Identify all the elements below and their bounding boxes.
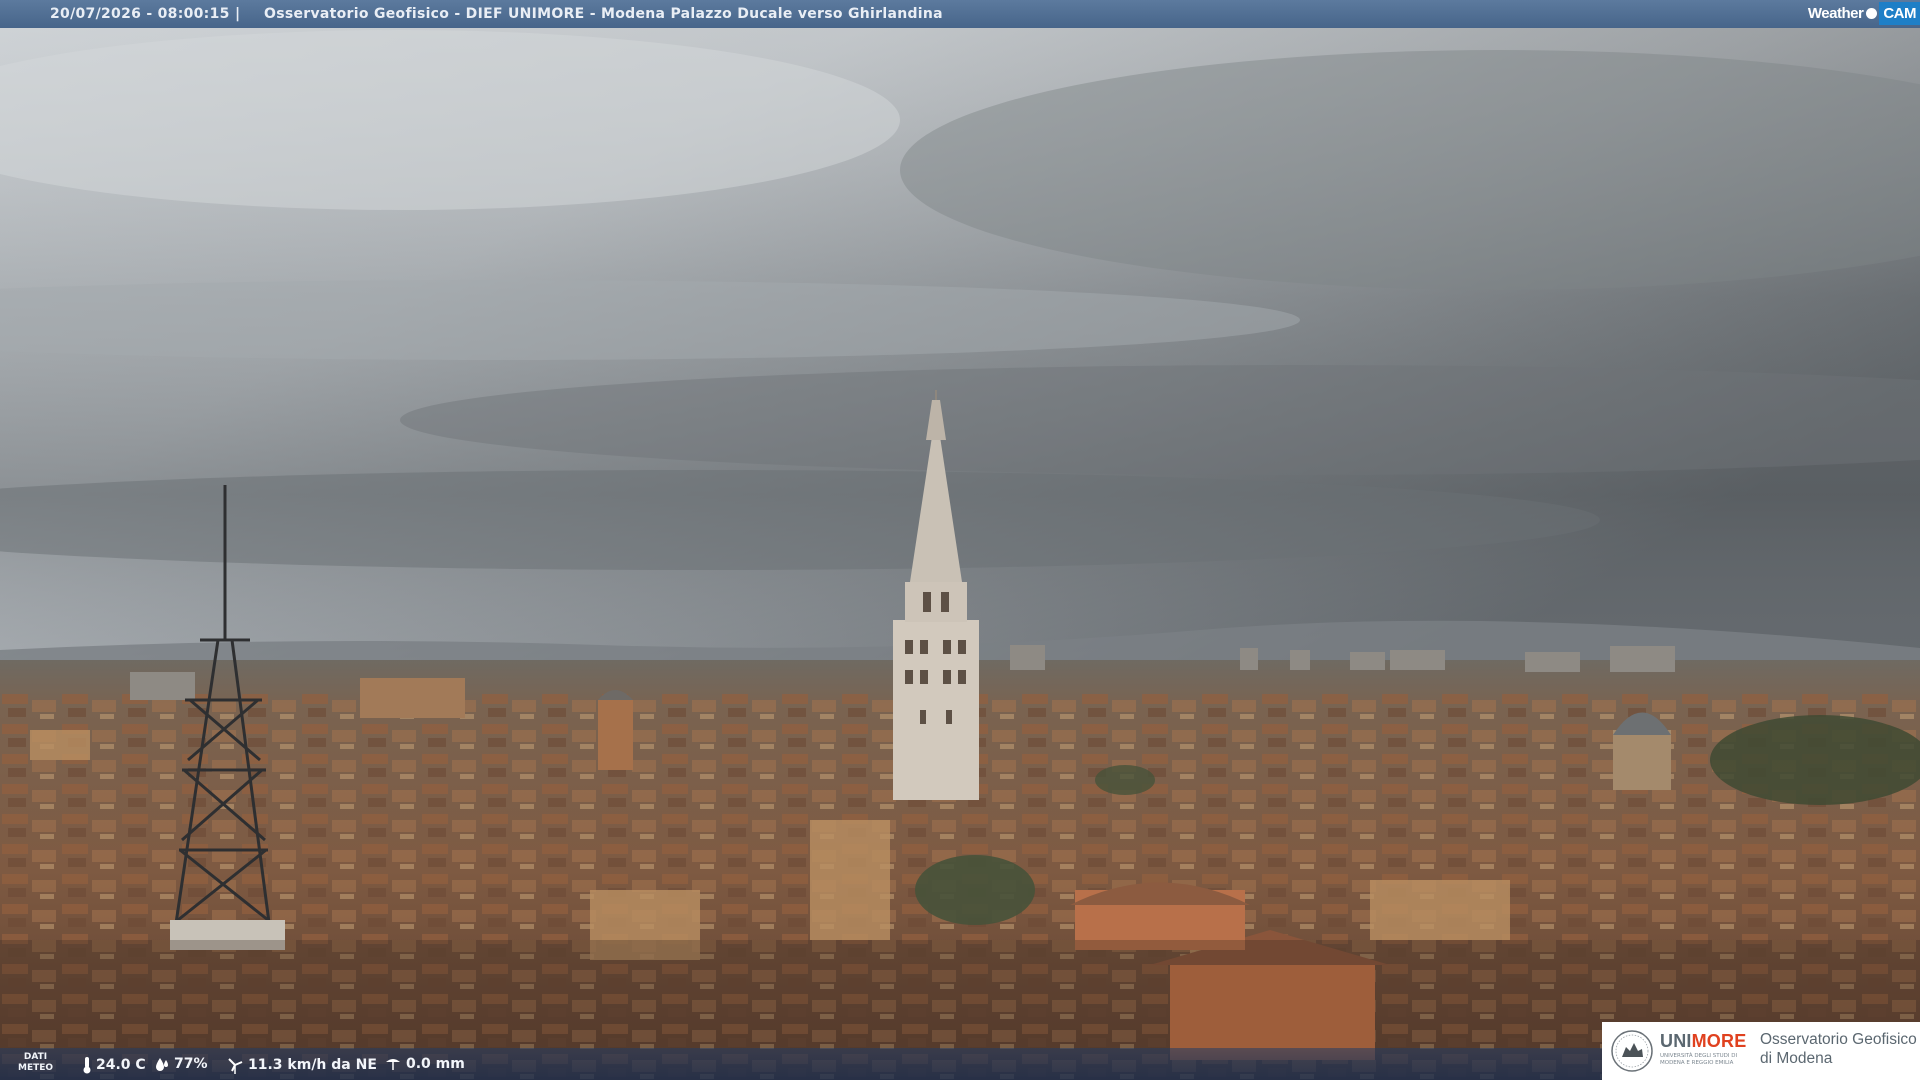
header-separator: | (235, 6, 241, 22)
wind-turbine-icon (228, 1058, 243, 1074)
camera-title: Osservatorio Geofisico - DIEF UNIMORE - … (264, 6, 943, 22)
observatory-line2: di Modena (1760, 1050, 1833, 1067)
rain-reading: 0.0 mm (384, 1056, 465, 1072)
rain-value: 0.0 mm (406, 1056, 465, 1072)
humidity-value: 77% (174, 1056, 208, 1072)
observatory-line1: Osservatorio Geofisico (1760, 1031, 1917, 1048)
uni-suffix: MORE (1691, 1031, 1747, 1051)
university-seal-logo (1611, 1030, 1653, 1072)
wind-reading: 11.3 km/h da NE (226, 1056, 377, 1074)
webcam-image (0, 0, 1920, 1080)
humidity-drop-icon (156, 1058, 168, 1071)
wind-value: 11.3 km/h da NE (248, 1057, 377, 1073)
temperature-reading: 24.0 C (82, 1056, 146, 1074)
header-bar: 20/07/2026 - 08:00:15 | Osservatorio Geo… (0, 0, 1920, 28)
weather-label-line1: DATI (23, 1052, 48, 1062)
uni-prefix: UNI (1660, 1031, 1692, 1051)
logo-cam-text: CAM (1879, 1, 1920, 25)
weather-label-line2: METEO (18, 1063, 54, 1073)
unimore-branding: UNIMORE UNIVERSITÀ DEGLI STUDI DI MODENA… (1602, 1022, 1920, 1080)
timestamp: 20/07/2026 - 08:00:15 (50, 6, 230, 22)
weathercam-logo: Weather CAM (1802, 0, 1920, 26)
rain-gauge-icon (386, 1059, 400, 1070)
temperature-value: 24.0 C (96, 1057, 146, 1073)
unimore-wordmark: UNIMORE (1660, 1031, 1746, 1052)
observatory-name: Osservatorio Geofisico di Modena (1760, 1030, 1917, 1068)
weather-label: DATI METEO (18, 1052, 53, 1074)
unimore-subtitle: UNIVERSITÀ DEGLI STUDI DI MODENA E REGGI… (1660, 1053, 1738, 1066)
logo-dot-icon (1866, 7, 1878, 19)
humidity-reading: 77% (154, 1056, 208, 1072)
thermometer-icon (83, 1057, 91, 1074)
logo-weather-text: Weather (1807, 4, 1864, 22)
